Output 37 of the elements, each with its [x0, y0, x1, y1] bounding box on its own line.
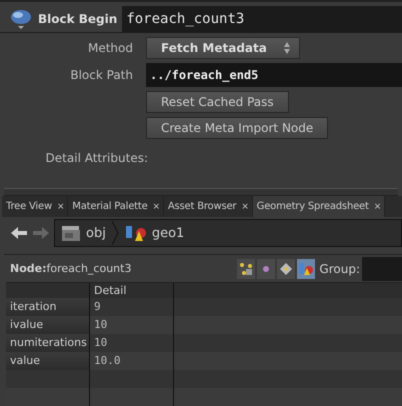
close-icon[interactable]: ×	[56, 202, 64, 212]
attribute-class-toggle[interactable]	[297, 258, 316, 279]
path-crumb[interactable]: geo1	[124, 224, 184, 242]
shapes-icon	[298, 262, 314, 276]
pane-tab[interactable]: Material Palette ×	[68, 196, 164, 218]
close-icon[interactable]: ×	[241, 202, 249, 212]
method-dropdown[interactable]: Fetch Metadata	[146, 37, 300, 59]
points-icon	[239, 262, 254, 276]
shapes-icon	[124, 224, 147, 242]
node-name: foreach_count3	[46, 262, 132, 276]
close-icon[interactable]: ×	[152, 202, 160, 212]
parameter-label: Method	[86, 41, 134, 55]
close-icon[interactable]: ×	[374, 202, 382, 212]
parameter-label: Detail Attributes:	[44, 151, 148, 165]
node-label: Node:	[10, 262, 46, 276]
attribute-class-toggle[interactable]	[277, 258, 296, 279]
group-label: Group:	[319, 262, 360, 276]
node-type-label: Block Begin	[38, 12, 118, 26]
parameter-label: Block Path	[69, 68, 134, 82]
pane-tab[interactable]: Tree View ×	[2, 196, 68, 218]
block-path-field[interactable]: ../foreach_end5	[146, 63, 402, 87]
attribute-name: iteration	[6, 298, 90, 316]
action-button[interactable]: Reset Cached Pass	[146, 91, 289, 113]
clapboard-icon	[61, 224, 81, 242]
node-name-field[interactable]: foreach_count3	[122, 6, 402, 32]
group-field[interactable]	[362, 256, 402, 281]
attribute-name: value	[6, 352, 90, 370]
spinner-icon	[283, 41, 291, 55]
back-arrow-icon[interactable]	[10, 225, 28, 242]
attribute-name: numiterations	[6, 334, 90, 352]
diamond-icon	[279, 262, 294, 276]
attribute-class-toggle[interactable]	[257, 258, 276, 279]
attribute-class-toggle[interactable]	[237, 258, 256, 279]
pane-tab[interactable]: Geometry Spreadsheet ×	[252, 196, 386, 218]
action-button[interactable]: Create Meta Import Node	[146, 117, 328, 139]
attribute-name: ivalue	[6, 316, 90, 334]
path-crumb[interactable]: obj	[61, 221, 119, 246]
